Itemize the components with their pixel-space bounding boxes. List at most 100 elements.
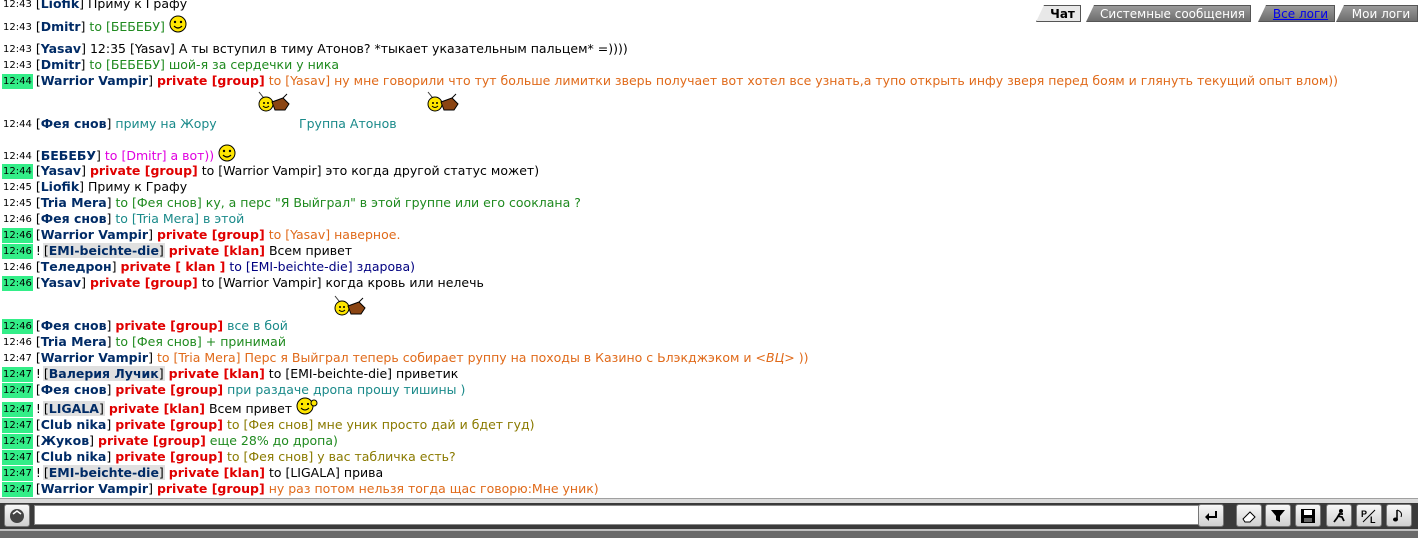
private-tag: private [group] xyxy=(156,73,265,88)
message-timestamp[interactable]: 12:43 xyxy=(2,42,33,57)
message-timestamp[interactable]: 12:47 xyxy=(2,367,33,382)
sender-nick[interactable]: [Dmitr] xyxy=(36,19,86,34)
sender-nick[interactable]: [Tria Mera] xyxy=(36,334,112,349)
chat-message: 12:44 [БЕБЕБУ] to [Dmitr] а вот)) xyxy=(0,148,214,164)
running-man-button[interactable] xyxy=(1326,504,1352,527)
save-disk-button[interactable] xyxy=(1295,504,1321,527)
sender-nick[interactable]: [Warrior Vampir] xyxy=(36,73,153,88)
sender-nick[interactable]: [Warrior Vampir] xyxy=(36,481,153,496)
sender-nick[interactable]: [Yasav] xyxy=(36,275,86,290)
chat-message: 12:46 [Теледрон] private [ klan ] to [EMI… xyxy=(0,259,415,275)
message-timestamp[interactable]: 12:47 xyxy=(2,466,33,481)
sender-nick[interactable]: [Yasav] xyxy=(36,163,86,178)
sender-nick[interactable]: [Warrior Vampir] xyxy=(36,350,153,365)
recipient[interactable]: [Dmitr] xyxy=(121,148,166,163)
enter-arrow-button[interactable] xyxy=(1198,504,1224,527)
private-tag: private [group] xyxy=(156,227,265,242)
music-note-button[interactable] xyxy=(1386,504,1412,527)
chat-message: 12:47! [LIGALA] private [klan] Всем приве… xyxy=(0,401,292,417)
sender-nick[interactable]: [Yasav] xyxy=(36,41,86,56)
sender-nick[interactable]: [Liofik] xyxy=(36,0,84,11)
pl-translit-button[interactable]: PL xyxy=(1356,504,1382,527)
message-timestamp[interactable]: 12:46 xyxy=(2,260,33,275)
message-timestamp[interactable]: 12:45 xyxy=(2,180,33,195)
message-timestamp[interactable]: 12:46 xyxy=(2,228,33,243)
sender-nick[interactable]: [Фея снов] xyxy=(36,211,112,226)
chat-message-input[interactable] xyxy=(34,505,1202,525)
message-timestamp[interactable]: 12:44 xyxy=(2,164,33,179)
eraser-button[interactable] xyxy=(1236,504,1262,527)
message-timestamp[interactable]: 12:43 xyxy=(2,0,33,12)
recipient[interactable]: [Фея снов] xyxy=(132,195,202,210)
recipient[interactable]: [Фея снов] xyxy=(243,449,313,464)
sender-nick[interactable]: [Жуков] xyxy=(36,433,94,448)
recipient[interactable]: [LIGALA] xyxy=(285,465,339,480)
sender-nick[interactable]: [Фея снов] xyxy=(36,116,112,131)
sender-nick[interactable]: [Club nika] xyxy=(36,449,111,464)
chat-message: 12:47! [Валерия Лучик] private [klan] to … xyxy=(0,366,458,382)
message-timestamp[interactable]: 12:45 xyxy=(2,196,33,211)
message-timestamp[interactable]: 12:46 xyxy=(2,212,33,227)
sender-nick[interactable]: [Warrior Vampir] xyxy=(36,227,153,242)
message-timestamp[interactable]: 12:43 xyxy=(2,58,33,73)
sender-nick[interactable]: [Dmitr] xyxy=(36,57,86,72)
message-timestamp[interactable]: 12:46 xyxy=(2,244,33,259)
pl-translit-icon: PL xyxy=(1360,508,1378,524)
recipient[interactable]: [Yasav] xyxy=(285,73,330,88)
message-timestamp[interactable]: 12:47 xyxy=(2,482,33,497)
sender-nick[interactable]: [Валерия Лучик] xyxy=(42,366,165,381)
recipient[interactable]: [Tria Mera] xyxy=(132,211,199,226)
recipient[interactable]: [Tria Mera] xyxy=(173,350,240,365)
private-tag: private [group] xyxy=(115,449,223,464)
recipient[interactable]: [Фея снов] xyxy=(132,334,202,349)
tab-my-logs[interactable]: Мои логи xyxy=(1336,5,1418,22)
chat-log: 12:43 [Liofik] Приму к Графу 12:43 [Dmitr] … xyxy=(0,0,1418,498)
recipient[interactable]: [Warrior Vampir] xyxy=(218,275,321,290)
svg-text:L: L xyxy=(1370,515,1376,524)
sender-nick[interactable]: [Club nika] xyxy=(36,417,111,432)
private-tag: private [klan] xyxy=(108,401,205,416)
tab-all-logs[interactable]: Все логи xyxy=(1258,5,1335,22)
message-timestamp[interactable]: 12:46 xyxy=(2,319,33,334)
recipient[interactable]: [EMI-beichte-die] xyxy=(246,259,353,274)
sender-nick[interactable]: [EMI-beichte-die] xyxy=(42,243,165,258)
message-timestamp[interactable]: 12:47 xyxy=(2,351,33,366)
sender-nick[interactable]: [Теледрон] xyxy=(36,259,117,274)
private-tag: private [klan] xyxy=(168,366,265,381)
recipient[interactable]: [БЕБЕБУ] xyxy=(106,19,165,34)
smiley-menu-button[interactable] xyxy=(4,504,30,527)
message-timestamp[interactable]: 12:44 xyxy=(2,74,33,89)
message-timestamp[interactable]: 12:44 xyxy=(2,149,33,164)
sender-nick[interactable]: [Фея снов] xyxy=(36,382,112,397)
sender-nick[interactable]: [БЕБЕБУ] xyxy=(36,148,101,163)
filter-button[interactable] xyxy=(1265,504,1291,527)
recipient[interactable]: [БЕБЕБУ] xyxy=(106,57,165,72)
recipient[interactable]: [EMI-beichte-die] xyxy=(285,366,392,381)
sender-nick[interactable]: [EMI-beichte-die] xyxy=(42,465,165,480)
sender-nick[interactable]: [Liofik] xyxy=(36,179,84,194)
message-timestamp[interactable]: 12:46 xyxy=(2,276,33,291)
sender-nick[interactable]: [LIGALA] xyxy=(42,401,105,416)
message-timestamp[interactable]: 12:47 xyxy=(2,402,33,417)
recipient[interactable]: [Фея снов] xyxy=(243,417,313,432)
to-prefix: to xyxy=(201,275,219,290)
recipient[interactable]: [Warrior Vampir] xyxy=(218,163,321,178)
message-timestamp[interactable]: 12:44 xyxy=(2,117,33,132)
message-timestamp[interactable]: 12:43 xyxy=(2,20,33,35)
private-tag: private [group] xyxy=(115,382,224,397)
exclamation-mark: ! xyxy=(35,465,41,480)
tab-system-messages[interactable]: Системные сообщения xyxy=(1086,5,1251,22)
message-timestamp[interactable]: 12:47 xyxy=(2,418,33,433)
recipient[interactable]: [Yasav] xyxy=(285,227,330,242)
chat-message: 12:46 [Фея снов] to [Tria Mera] в этой xyxy=(0,211,244,227)
chat-message: 12:47 [Warrior Vampir] to [Tria Mera] Пер… xyxy=(0,350,809,366)
sender-nick[interactable]: [Tria Mera] xyxy=(36,195,112,210)
message-timestamp[interactable]: 12:46 xyxy=(2,335,33,350)
message-timestamp[interactable]: 12:47 xyxy=(2,450,33,465)
message-timestamp[interactable]: 12:47 xyxy=(2,383,33,398)
message-text: все в бой xyxy=(227,318,288,333)
private-tag: private [group] xyxy=(89,275,198,290)
chat-message: 12:44 [Yasav] private [group] to [Warrior… xyxy=(0,163,539,179)
sender-nick[interactable]: [Фея снов] xyxy=(36,318,112,333)
message-timestamp[interactable]: 12:47 xyxy=(2,434,33,449)
